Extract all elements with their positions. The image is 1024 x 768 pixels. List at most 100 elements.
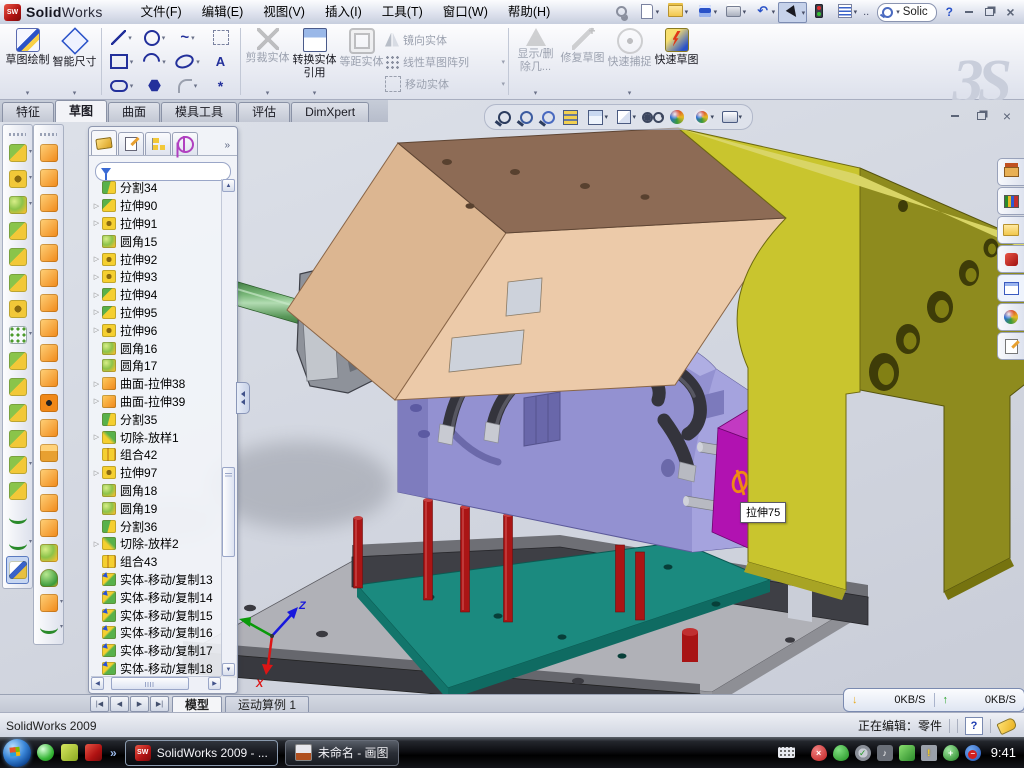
tree-expander-icon[interactable] — [91, 219, 102, 227]
tab-nav-button[interactable] — [110, 696, 129, 712]
feature-tool-button[interactable] — [7, 504, 28, 530]
menu-item[interactable]: 工具(T) — [372, 1, 433, 24]
toolbar-button[interactable] — [720, 2, 747, 21]
tray-icon[interactable] — [943, 745, 959, 761]
feature-tool-button[interactable] — [7, 296, 28, 322]
quick-launch-icon[interactable] — [37, 744, 54, 761]
feature-tool-button[interactable] — [7, 452, 28, 478]
feature-tool-button[interactable] — [7, 270, 28, 296]
scroll-down-icon[interactable]: ▼ — [222, 663, 235, 676]
tab-nav-button[interactable] — [90, 696, 109, 712]
view-tool-button[interactable] — [539, 108, 558, 127]
tree-item[interactable]: 拉伸93 — [91, 268, 221, 286]
tree-item[interactable]: 圆角19 — [91, 499, 221, 517]
tree-hscroll-thumb[interactable] — [111, 677, 189, 690]
commandmanager-tab[interactable]: 模具工具 — [161, 102, 237, 122]
tree-expander-icon[interactable] — [91, 469, 102, 477]
ribbon-button[interactable]: 快速草图 — [653, 24, 700, 99]
tree-vscroll-thumb[interactable] — [222, 467, 235, 557]
ribbon-button[interactable]: 等距实体 — [338, 24, 385, 99]
commandmanager-tab[interactable]: 曲面 — [108, 102, 160, 122]
tree-item[interactable]: 拉伸96 — [91, 321, 221, 339]
ribbon-stack-button[interactable]: 线性草图阵列 — [385, 52, 505, 72]
tree-filter-input[interactable] — [95, 162, 231, 181]
surface-tool-button[interactable] — [38, 290, 59, 315]
sketch-entity-button[interactable] — [105, 50, 138, 74]
tab-featuremanager[interactable] — [91, 130, 117, 155]
sketch-entity-button[interactable] — [171, 26, 204, 50]
sketch-entity-button[interactable] — [204, 74, 237, 98]
start-button[interactable] — [3, 739, 31, 767]
tree-item[interactable]: 圆角16 — [91, 339, 221, 357]
tray-icon[interactable] — [855, 745, 871, 761]
sketch-entity-button[interactable] — [204, 26, 237, 50]
taskbar-task-button[interactable]: SW SolidWorks 2009 - ... — [125, 740, 278, 766]
feature-tool-button[interactable] — [7, 322, 28, 348]
tree-expander-icon[interactable] — [91, 397, 102, 405]
tree-item[interactable]: 拉伸97 — [91, 464, 221, 482]
feature-tool-button[interactable] — [7, 348, 28, 374]
panel-collapse-handle[interactable] — [236, 382, 250, 414]
help-button[interactable]: ? — [942, 5, 957, 19]
tree-item[interactable]: 拉伸95 — [91, 304, 221, 322]
ribbon-button[interactable]: 智能尺寸 — [51, 24, 98, 99]
toolbar-button[interactable] — [611, 2, 631, 21]
scroll-up-icon[interactable]: ▲ — [222, 179, 235, 192]
task-pane-tab[interactable] — [997, 187, 1024, 215]
tree-item[interactable]: 组合42 — [91, 446, 221, 464]
sketch-entity-button[interactable] — [105, 74, 138, 98]
tree-expander-icon[interactable] — [91, 255, 102, 263]
feature-tool-button[interactable] — [7, 244, 28, 270]
tree-expander-icon[interactable] — [91, 308, 102, 316]
sketch-entity-button[interactable] — [171, 74, 204, 98]
sketch-entity-button[interactable] — [138, 50, 171, 74]
surface-tool-button[interactable] — [38, 490, 59, 515]
ribbon-button[interactable]: 剪裁实体 — [244, 24, 291, 99]
feature-tool-button[interactable] — [7, 374, 28, 400]
task-pane-tab[interactable] — [997, 158, 1024, 186]
keyboard-icon[interactable] — [778, 747, 795, 758]
surface-tool-button[interactable] — [38, 140, 59, 165]
task-pane-tab[interactable] — [997, 245, 1024, 273]
sketch-entity-button[interactable] — [105, 26, 138, 50]
status-help-button[interactable]: ? — [965, 717, 983, 735]
tree-expander-icon[interactable] — [91, 433, 102, 441]
commandmanager-tab[interactable]: 草图 — [55, 100, 107, 122]
tab-model[interactable]: 模型 — [172, 696, 222, 713]
tree-item[interactable]: 拉伸94 — [91, 286, 221, 304]
menu-item[interactable]: 编辑(E) — [192, 1, 254, 24]
sketch-entity-button[interactable] — [138, 74, 171, 98]
tree-expander-icon[interactable] — [91, 202, 102, 210]
toolbar-button[interactable] — [831, 2, 858, 21]
tree-item[interactable]: 分割34 — [91, 179, 221, 197]
ribbon-button[interactable]: 修复草图 — [559, 24, 606, 99]
task-pane-tab[interactable] — [997, 216, 1024, 244]
feature-tool-button[interactable] — [7, 192, 28, 218]
view-tool-button[interactable] — [611, 108, 636, 127]
tray-icon[interactable] — [965, 745, 981, 761]
tree-item[interactable]: 拉伸92 — [91, 250, 221, 268]
feature-tool-button[interactable] — [7, 166, 28, 192]
restore-button[interactable] — [980, 4, 999, 20]
commandmanager-tab[interactable]: DimXpert — [291, 102, 369, 122]
tree-expander-icon[interactable] — [91, 380, 102, 388]
ribbon-button[interactable]: 转换实体引用 — [291, 24, 338, 99]
view-tool-button[interactable] — [561, 108, 580, 127]
sketch-entity-button[interactable] — [138, 26, 171, 50]
tree-item[interactable]: 拉伸90 — [91, 197, 221, 215]
surface-tool-button[interactable] — [38, 190, 59, 215]
tree-item[interactable]: 切除-放样1 — [91, 428, 221, 446]
tree-item[interactable]: 圆角18 — [91, 482, 221, 500]
task-pane-tab[interactable] — [997, 274, 1024, 302]
tree-item[interactable]: 圆角17 — [91, 357, 221, 375]
surface-tool-button[interactable] — [38, 315, 59, 340]
surface-tool-button[interactable] — [38, 415, 59, 440]
feature-tool-button[interactable] — [7, 530, 28, 556]
graphics-viewport[interactable]: Z Y X — [0, 100, 1024, 694]
search-dropdown-icon[interactable]: ▾ — [896, 8, 900, 16]
tray-icon[interactable] — [833, 745, 849, 761]
toolbar-button[interactable] — [633, 2, 660, 21]
feature-tool-button[interactable] — [7, 218, 28, 244]
tab-motion-study[interactable]: 运动算例 1 — [225, 696, 309, 713]
tab-nav-button[interactable] — [150, 696, 169, 712]
